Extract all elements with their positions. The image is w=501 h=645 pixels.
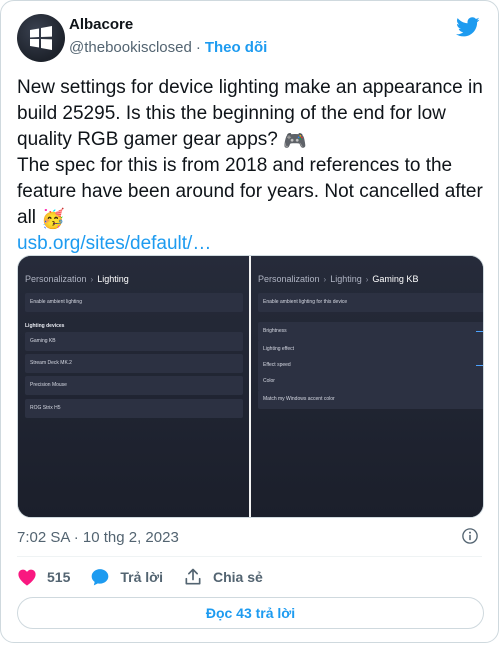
breadcrumb-current: Lighting	[97, 274, 129, 284]
slider-indicator	[476, 365, 483, 366]
lighting-devices-label: Lighting devices	[25, 323, 65, 329]
share-icon	[185, 568, 201, 585]
action-bar: 515 Trả lời Chia sẻ	[17, 567, 283, 587]
screenshot-lighting[interactable]: Personalization › Lighting Enable ambient …	[18, 256, 249, 517]
media-attachment[interactable]: Personalization › Lighting Enable ambient …	[17, 255, 484, 518]
tweet-timestamp[interactable]: 7:02 SA · 10 thg 2, 2023	[17, 529, 179, 546]
tweet-paragraph-1: New settings for device lighting make an…	[17, 75, 485, 153]
windows-logo-icon	[30, 26, 52, 50]
gamepad-emoji-icon: 🎮	[283, 131, 307, 152]
enable-ambient-lighting-row: Enable ambient lighting	[25, 293, 243, 312]
setting-row: Brightness	[258, 322, 483, 341]
tweet-paragraph-3: usb.org/sites/default/…	[17, 231, 485, 257]
chevron-right-icon: ›	[90, 275, 94, 284]
like-count: 515	[47, 569, 71, 585]
device-row: Gaming KB	[25, 332, 243, 351]
avatar[interactable]	[17, 14, 65, 62]
tweet-link[interactable]: usb.org/sites/default/…	[17, 233, 211, 254]
info-icon[interactable]	[461, 527, 479, 545]
device-row: Precision Mouse	[25, 376, 243, 395]
breadcrumb: Personalization › Lighting › Gaming KB	[258, 274, 418, 284]
breadcrumb-mid: Lighting	[330, 274, 362, 284]
device-row: Stream Deck MK.2	[25, 354, 243, 373]
tweet-paragraph-2: The spec for this is from 2018 and refer…	[17, 153, 485, 231]
breadcrumb-root: Personalization	[25, 274, 87, 284]
party-face-emoji-icon: 🥳	[41, 209, 65, 230]
follow-button[interactable]: Theo dõi	[205, 39, 268, 56]
chevron-right-icon: ›	[365, 275, 369, 284]
breadcrumb-root: Personalization	[258, 274, 320, 284]
heart-icon	[18, 569, 36, 586]
setting-row: Color	[258, 372, 483, 391]
reply-bubble-icon	[92, 569, 109, 586]
tweet-line-1: New settings for device lighting make an…	[17, 77, 483, 150]
reply-button[interactable]: Trả lời	[90, 567, 163, 587]
slider-indicator	[476, 331, 483, 332]
breadcrumb-current: Gaming KB	[372, 274, 419, 284]
setting-row: Match my Windows accent color	[258, 390, 483, 409]
chevron-right-icon: ›	[323, 275, 327, 284]
breadcrumb: Personalization › Lighting	[25, 274, 129, 284]
divider	[17, 556, 482, 557]
setting-label: Brightness	[263, 328, 287, 334]
dot-separator: ·	[195, 39, 201, 56]
screenshot-gaming-kb[interactable]: Personalization › Lighting › Gaming KB Enabl…	[251, 256, 483, 517]
author-handle-row: @thebookisclosed · Theo dõi	[69, 39, 267, 56]
tweet-text: New settings for device lighting make an…	[17, 75, 485, 257]
share-label: Chia sẻ	[213, 569, 263, 585]
twitter-bird-icon[interactable]	[456, 15, 480, 39]
like-button[interactable]: 515	[17, 568, 70, 586]
author-handle[interactable]: @thebookisclosed	[69, 39, 192, 56]
author-name[interactable]: Albacore	[69, 16, 133, 33]
share-button[interactable]: Chia sẻ	[183, 567, 263, 587]
setting-label: Effect speed	[263, 362, 291, 368]
enable-device-lighting-row: Enable ambient lighting for this device	[258, 293, 483, 312]
reply-label: Trả lời	[120, 569, 163, 585]
device-row: ROG Strix H5	[25, 399, 243, 418]
read-replies-button[interactable]: Đọc 43 trả lời	[17, 597, 484, 629]
tweet-line-2: The spec for this is from 2018 and refer…	[17, 155, 483, 228]
tweet-card: Albacore @thebookisclosed · Theo dõi New s…	[0, 0, 499, 643]
